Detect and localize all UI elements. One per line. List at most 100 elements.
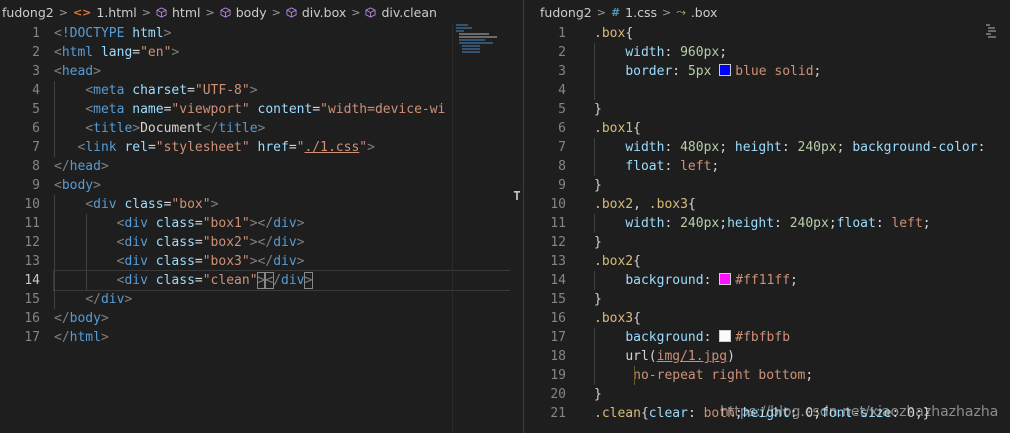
minimap[interactable]: [986, 24, 996, 64]
line-number: 1: [558, 26, 566, 41]
minimap[interactable]: [456, 24, 510, 64]
code-line: <body>: [54, 178, 101, 193]
breadcrumb-file[interactable]: #1.css: [611, 5, 657, 20]
line-number: 2: [558, 45, 566, 60]
line-number: 10: [550, 197, 566, 212]
code-line: .box2{: [594, 254, 641, 269]
code-line: }: [594, 178, 602, 193]
breadcrumb-element-div-box[interactable]: div.box: [286, 5, 346, 20]
line-number-active: 14: [24, 273, 40, 288]
code-line: </body>: [54, 311, 109, 326]
code-line: url(img/1.jpg): [594, 347, 1010, 366]
code-line: }: [594, 387, 602, 402]
code-lines[interactable]: .box{ width: 960px; border: 5px blue sol…: [594, 24, 1010, 423]
cube-icon: [286, 6, 297, 18]
line-number: 3: [32, 64, 40, 79]
color-swatch-white[interactable]: [719, 330, 732, 342]
code-line: }: [594, 102, 602, 117]
code-line: border: 5px blue solid;: [594, 62, 1010, 81]
line-number: 12: [24, 235, 40, 250]
line-number: 9: [558, 178, 566, 193]
line-number: 5: [558, 102, 566, 117]
line-number: 4: [32, 83, 40, 98]
breadcrumb-folder[interactable]: fudong2: [540, 5, 592, 20]
chevron-right-icon: >: [351, 5, 361, 19]
line-number: 6: [558, 121, 566, 136]
code-line: <div class="box">: [54, 195, 510, 214]
split-handle-icon[interactable]: T: [511, 187, 523, 205]
code-line: <div class="box2"></div>: [54, 233, 510, 252]
cube-icon: [156, 6, 167, 18]
editor-edge: [452, 24, 453, 433]
breadcrumb-label: div.clean: [381, 4, 437, 20]
breadcrumb-folder[interactable]: fudong2: [2, 5, 54, 20]
chevron-right-icon: >: [141, 5, 151, 19]
minimap-line: [456, 30, 464, 32]
chevron-right-icon: >: [596, 5, 606, 19]
breadcrumb-label: html: [172, 4, 201, 20]
code-line: <link rel="stylesheet" href="./1.css">: [54, 138, 510, 157]
code-line: .clean{clear: both;height: 0;font-size: …: [594, 406, 931, 421]
line-number: 8: [32, 159, 40, 174]
minimap-line: [986, 33, 991, 35]
code-line: .box1{: [594, 121, 641, 136]
line-number: 13: [550, 254, 566, 269]
breadcrumb-element-body[interactable]: body: [220, 5, 267, 20]
code-editor[interactable]: 1 2 3 4 5 6 7 8 9 10 11 12 13 14 15 16 1…: [0, 24, 510, 433]
color-swatch-pink[interactable]: [719, 273, 732, 285]
line-number: 15: [550, 292, 566, 307]
line-number: 13: [24, 254, 40, 269]
minimap-line: [459, 33, 489, 35]
minimap-line: [986, 24, 990, 26]
breadcrumb-label: fudong2: [2, 4, 54, 20]
line-number: 21: [550, 406, 566, 421]
code-line: float: left;: [594, 157, 1010, 176]
code-line: <!DOCTYPE html>: [54, 26, 172, 41]
code-line: .box{: [594, 26, 634, 41]
code-line: </div>: [54, 290, 510, 309]
line-number: 11: [550, 216, 566, 231]
breadcrumb-label: body: [235, 4, 267, 20]
line-number: 6: [32, 121, 40, 136]
line-number: 10: [24, 197, 40, 212]
breadcrumb-element-div-clean[interactable]: div.clean: [365, 4, 437, 20]
breadcrumb-element-html[interactable]: html: [156, 5, 200, 20]
line-number: 7: [32, 140, 40, 155]
line-number: 14: [550, 273, 566, 288]
line-number: 20: [550, 387, 566, 402]
code-line: <div class="box1"></div>: [54, 214, 510, 233]
code-line: [594, 81, 1010, 100]
line-number: 12: [550, 235, 566, 250]
cube-icon: [365, 6, 377, 18]
chevron-right-icon: >: [661, 5, 672, 19]
minimap-line: [459, 39, 485, 41]
code-line: .box3{: [594, 311, 641, 326]
line-number: 8: [558, 159, 566, 174]
code-line: width: 240px;height: 240px;float: left;: [594, 214, 1010, 233]
line-number: 17: [550, 330, 566, 345]
code-line: </head>: [54, 159, 109, 174]
code-line: <html lang="en">: [54, 45, 180, 60]
css-editor-pane[interactable]: fudong2 > #1.css > ⤳ .box 1 2 3 4 5 6 7 8…: [526, 0, 1010, 433]
line-number: 17: [24, 330, 40, 345]
minimap-line: [462, 45, 480, 47]
minimap-line: [462, 48, 480, 50]
cube-icon: [220, 6, 231, 18]
breadcrumb-label: .box: [690, 4, 718, 20]
breadcrumb-label: 1.html: [96, 4, 137, 20]
code-lines[interactable]: <!DOCTYPE html> <html lang="en"> <head> …: [53, 24, 510, 347]
html-editor-pane[interactable]: fudong2 > <> 1.html > html > body > div.b…: [0, 0, 510, 433]
breadcrumb-file[interactable]: <> 1.html: [73, 5, 137, 20]
code-line: no-repeat right bottom;: [594, 366, 1010, 385]
code-line: background: #fbfbfb: [594, 328, 1010, 347]
chevron-right-icon: >: [58, 5, 68, 19]
code-editor[interactable]: 1 2 3 4 5 6 7 8 9 10 11 12 13 14 15 16 1…: [526, 24, 1010, 433]
color-swatch-blue[interactable]: [719, 64, 732, 76]
line-number-gutter: 1 2 3 4 5 6 7 8 9 10 11 12 13 14 15 16 1…: [0, 24, 40, 347]
minimap-line: [988, 27, 995, 29]
breadcrumb-selector[interactable]: ⤳ .box: [676, 5, 717, 20]
minimap-line: [459, 42, 493, 44]
chevron-right-icon: >: [205, 5, 215, 19]
code-line: <head>: [54, 64, 101, 79]
split-divider[interactable]: [523, 0, 524, 433]
